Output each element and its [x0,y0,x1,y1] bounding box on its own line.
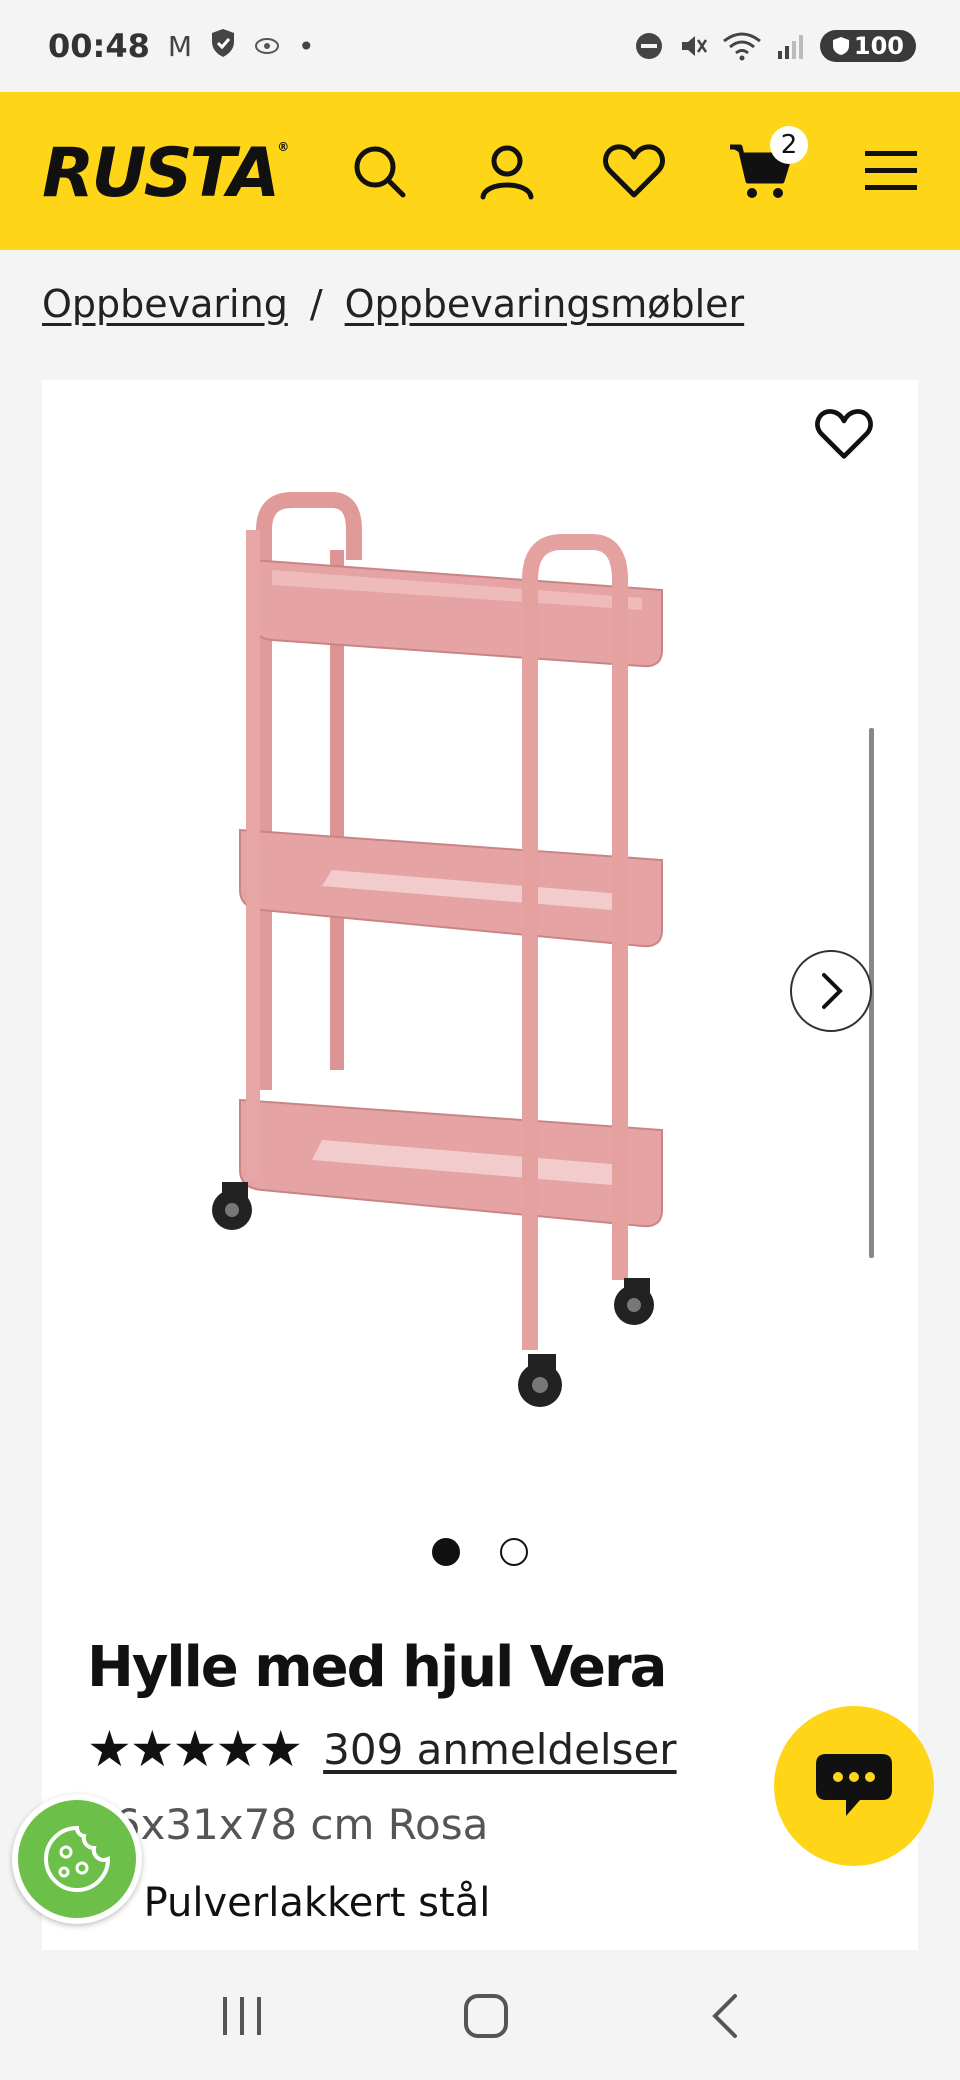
heart-icon [603,144,665,198]
shield-icon [210,28,236,65]
menu-button[interactable] [852,132,930,210]
product-image[interactable] [172,490,792,1490]
image-dot-1[interactable] [432,1538,460,1566]
wifi-icon [722,32,761,61]
product-title: Hylle med hjul Vera [87,1635,667,1700]
cookie-settings-button[interactable] [12,1794,142,1924]
product-rating: ★★★★★ 309 anmeldelser [87,1720,677,1778]
status-right: 100 [634,30,916,62]
logo-text: RUSTA [42,134,280,213]
user-icon [480,145,534,200]
search-button[interactable] [340,132,418,210]
chevron-right-icon [822,973,843,1009]
chat-button[interactable] [774,1706,934,1866]
wishlist-button[interactable] [595,132,673,210]
next-image-button[interactable] [790,950,872,1032]
image-pagination [432,1538,528,1566]
breadcrumb-link-oppbevaring[interactable]: Oppbevaring [42,282,288,326]
chat-bubble-icon [816,1754,892,1816]
cart-count-badge: 2 [770,126,808,164]
reviews-link[interactable]: 309 anmeldelser [323,1725,676,1774]
breadcrumb: Oppbevaring / Oppbevaringsmøbler [42,282,744,326]
recent-apps-icon[interactable] [219,1995,265,2037]
search-icon [354,146,406,198]
signal-icon [777,35,803,59]
add-to-favorites-button[interactable] [814,406,874,466]
status-time: 00:48 [48,27,150,65]
image-dot-2[interactable] [500,1538,528,1566]
home-icon[interactable] [462,1992,510,2040]
gmail-icon: M [167,29,193,63]
site-header: RUSTA® 2 [0,92,960,250]
cart-button[interactable]: 2 [722,126,808,210]
rusta-logo[interactable]: RUSTA® [42,134,289,213]
mute-icon [681,36,707,56]
dnd-icon [635,33,662,59]
eye-icon [254,30,280,63]
status-bar: 00:48 M • 100 [0,0,960,92]
system-nav-bar [0,1952,960,2080]
back-icon[interactable] [707,1992,741,2040]
breadcrumb-separator: / [309,282,323,326]
product-dimensions: 46x31x78 cm Rosa [87,1800,489,1849]
registered-mark: ® [277,140,290,154]
product-feature-item: Pulverlakkert stål [104,1880,491,1926]
battery-shield-icon [832,37,849,55]
heart-icon [815,409,873,459]
notification-dot-icon: • [298,29,315,63]
hamburger-menu-icon [865,151,917,190]
battery-indicator: 100 [819,30,916,62]
product-card: Hylle med hjul Vera ★★★★★ 309 anmeldelse… [42,380,918,1950]
star-rating-icons: ★★★★★ [87,1720,303,1778]
account-button[interactable] [468,132,546,210]
cookie-icon [44,1825,111,1892]
status-left: 00:48 M • [48,27,315,65]
battery-level: 100 [853,32,904,60]
breadcrumb-link-oppbevaringsmobler[interactable]: Oppbevaringsmøbler [345,282,745,326]
